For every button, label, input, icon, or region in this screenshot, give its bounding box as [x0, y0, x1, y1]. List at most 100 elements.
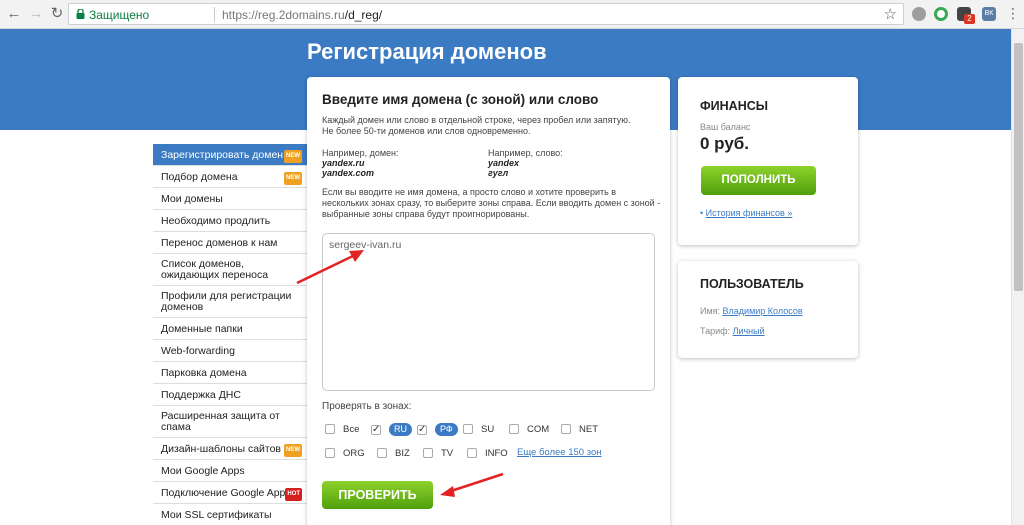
sidebar-item-label: Подбор домена [161, 171, 238, 183]
balance-value: 0 руб. [700, 134, 750, 153]
sidebar-item-label: Профили для регистрации доменов [161, 290, 292, 313]
sidebar-item-registration-profiles[interactable]: Профили для регистрации доменов [153, 286, 307, 318]
zone-label: NET [579, 424, 598, 435]
url-separator [214, 7, 215, 22]
input-hint: Каждый домен или слово в отдельной строк… [322, 115, 657, 137]
balance-label: Ваш баланс [700, 122, 751, 132]
zone-checkbox[interactable] [325, 424, 335, 435]
zone-checkbox[interactable] [423, 448, 433, 459]
sidebar-item-label: Поддержка ДНС [161, 389, 241, 401]
page-scrollbar[interactable] [1011, 29, 1024, 525]
sidebar-item-need-renewal[interactable]: Необходимо продлить [153, 210, 307, 232]
url-text[interactable]: https://reg.2domains.ru/d_reg/ [222, 8, 382, 22]
scrollbar-thumb[interactable] [1014, 43, 1023, 291]
sidebar-item-spam-protection[interactable]: Расширенная защита от спама [153, 406, 307, 438]
extension-badge: 2 [964, 14, 975, 24]
topup-button[interactable]: ПОПОЛНИТЬ [701, 166, 816, 195]
address-bar[interactable]: Защищено https://reg.2domains.ru/d_reg/ … [68, 3, 904, 25]
zone-checkbox[interactable] [509, 424, 519, 435]
sidebar-item-label: Дизайн-шаблоны сайтов [161, 443, 282, 455]
more-zones-link[interactable]: Еще более 150 зон [517, 447, 602, 458]
sidebar-item-register-domain[interactable]: Зарегистрировать домен NEW [153, 144, 315, 166]
domain-input[interactable]: sergeev-ivan.ru [322, 233, 655, 391]
sidebar-item-connect-google-apps[interactable]: Подключение Google Apps HOT [153, 482, 307, 504]
zone-ru[interactable]: RU [371, 423, 412, 437]
bookmark-star-icon[interactable]: ☆ [884, 5, 897, 23]
secure-label: Защищено [89, 8, 150, 22]
hint-line-2: Не более 50-ти доменов или слов одноврем… [322, 126, 531, 136]
sidebar-item-label: Мои SSL сертификаты [161, 509, 272, 521]
example-word-1: yandex [488, 158, 520, 168]
new-badge: NEW [284, 150, 302, 163]
sidebar-item-label: Зарегистрировать домен [161, 149, 284, 161]
domain-input-heading: Введите имя домена (с зоной) или слово [322, 92, 599, 107]
zone-label: Все [343, 424, 360, 435]
sidebar-item-my-google-apps[interactable]: Мои Google Apps [153, 460, 307, 482]
forward-arrow-icon[interactable]: → [26, 4, 46, 24]
sidebar-item-transfer[interactable]: Перенос доменов к нам [153, 232, 307, 254]
sidebar-item-domain-folders[interactable]: Доменные папки [153, 318, 307, 340]
zone-all[interactable]: Все [325, 423, 359, 437]
back-arrow-icon[interactable]: ← [4, 4, 24, 24]
sidebar-item-pending-transfer[interactable]: Список доменов, ожидающих переноса [153, 254, 307, 286]
zone-net[interactable]: NET [561, 423, 598, 437]
sidebar-item-label: Доменные папки [161, 323, 243, 335]
zone-su[interactable]: SU [463, 423, 494, 437]
zone-checkbox[interactable] [561, 424, 571, 435]
check-button[interactable]: ПРОВЕРИТЬ [322, 481, 433, 509]
zone-label: ORG [343, 448, 365, 459]
domain-check-card: Введите имя домена (с зоной) или слово К… [307, 77, 670, 525]
finance-history-text[interactable]: История финансов » [706, 208, 793, 218]
sidebar-item-design-templates[interactable]: Дизайн-шаблоны сайтов NEW [153, 438, 307, 460]
zone-label: РФ [435, 423, 458, 436]
extension-green-ring-icon[interactable] [934, 7, 948, 21]
sidebar-item-label: Парковка домена [161, 367, 247, 379]
zone-rf[interactable]: РФ [417, 423, 458, 437]
zone-checkbox[interactable] [417, 423, 427, 437]
zone-info[interactable]: INFO [467, 447, 508, 461]
zone-checkbox[interactable] [377, 448, 387, 459]
example-word-2: гугл [488, 168, 509, 178]
sidebar-item-label: Перенос доменов к нам [161, 237, 278, 249]
url-path: /d_reg/ [344, 8, 383, 22]
sidebar-item-ssl-certificates[interactable]: Мои SSL сертификаты [153, 504, 307, 525]
url-host: https://reg.2domains.ru [222, 8, 345, 22]
zone-checkbox[interactable] [325, 448, 335, 459]
zone-com[interactable]: COM [509, 423, 549, 437]
zone-tv[interactable]: TV [423, 447, 453, 461]
sidebar-item-label: Подключение Google Apps [161, 487, 291, 499]
lock-icon [76, 9, 85, 19]
finance-history-link[interactable]: • История финансов » [700, 208, 792, 218]
user-name-link[interactable]: Владимир Колосов [723, 306, 803, 316]
zone-checkbox[interactable] [467, 448, 477, 459]
zone-org[interactable]: ORG [325, 447, 365, 461]
zone-checkbox[interactable] [463, 424, 473, 435]
extension-gray-icon[interactable] [912, 7, 926, 21]
new-badge: NEW [284, 172, 302, 185]
sidebar-item-my-domains[interactable]: Мои домены [153, 188, 307, 210]
example-domain-2: yandex.com [322, 168, 375, 178]
finance-card: ФИНАНСЫ Ваш баланс 0 руб. ПОПОЛНИТЬ • Ис… [678, 77, 858, 245]
user-tariff-row: Тариф: Личный [700, 326, 765, 336]
page: Регистрация доменов Зарегистрировать дом… [0, 29, 1011, 525]
zones-label: Проверять в зонах: [322, 401, 412, 412]
sidebar-item-domain-search[interactable]: Подбор домена NEW [153, 166, 307, 188]
new-badge: NEW [284, 444, 302, 457]
reload-icon[interactable]: ↻ [47, 4, 67, 24]
sidebar-item-parking[interactable]: Парковка домена [153, 362, 307, 384]
sidebar-item-dns-support[interactable]: Поддержка ДНС [153, 384, 307, 406]
example-word-label: Например, слово: [488, 148, 563, 158]
zone-biz[interactable]: BIZ [377, 447, 410, 461]
sidebar-item-label: Расширенная защита от спама [161, 410, 280, 433]
zone-label: BIZ [395, 448, 410, 459]
word-example: Например, слово: yandex гугл [488, 148, 563, 178]
browser-menu-icon[interactable]: ⋮ [1006, 5, 1020, 22]
zone-checkbox[interactable] [371, 423, 381, 437]
sidebar-menu: Зарегистрировать домен NEW Подбор домена… [153, 144, 315, 525]
user-tariff-link[interactable]: Личный [733, 326, 765, 336]
browser-toolbar: ← → ↻ Защищено https://reg.2domains.ru/d… [0, 0, 1024, 29]
hint-line-1: Каждый домен или слово в отдельной строк… [322, 115, 631, 125]
vk-extension-icon[interactable]: ВК [982, 7, 996, 21]
user-card: ПОЛЬЗОВАТЕЛЬ Имя: Владимир Колосов Тариф… [678, 261, 858, 358]
sidebar-item-web-forwarding[interactable]: Web-forwarding [153, 340, 307, 362]
